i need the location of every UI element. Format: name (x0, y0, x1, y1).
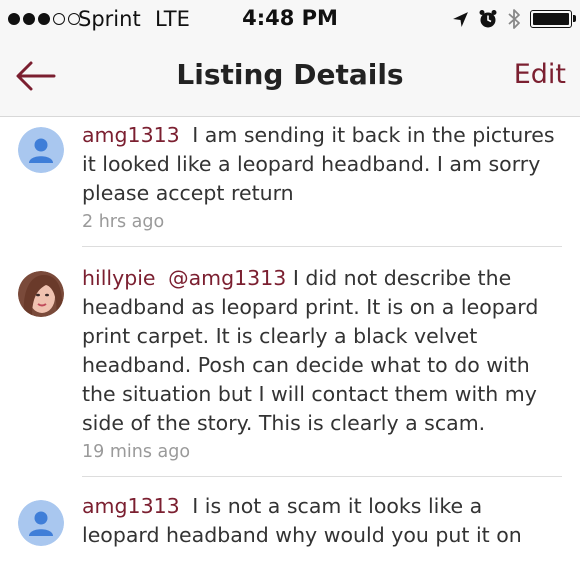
avatar[interactable] (18, 127, 64, 173)
default-user-icon (18, 500, 64, 546)
comment-body: hillypie @amg1313 I did not describe the… (82, 264, 580, 438)
avatar[interactable] (18, 271, 64, 317)
alarm-icon (479, 10, 497, 28)
comment-username[interactable]: amg1313 (82, 494, 180, 518)
comment-timestamp: 19 mins ago (82, 442, 191, 462)
profile-photo (18, 271, 64, 317)
status-icons (452, 8, 576, 30)
comment-item: amg1313 I am sending it back in the pict… (0, 117, 580, 232)
comment-username[interactable]: amg1313 (82, 123, 180, 147)
comment-item: amg1313 I is not a scam it looks like a … (0, 477, 580, 550)
comment-list: amg1313 I am sending it back in the pict… (0, 117, 580, 550)
edit-button[interactable]: Edit (514, 59, 566, 90)
avatar[interactable] (18, 500, 64, 546)
comment-body: amg1313 I is not a scam it looks like a … (82, 492, 580, 550)
battery-icon (530, 10, 576, 28)
comment-username[interactable]: hillypie (82, 266, 156, 290)
comment-timestamp: 2 hrs ago (82, 212, 165, 232)
listing-details-screen: Sprint LTE 4:48 PM Listing Details Edit … (0, 0, 580, 580)
status-bar: Sprint LTE 4:48 PM (0, 0, 580, 40)
comment-message: I did not describe the headband as leopa… (82, 266, 539, 435)
comment-item: hillypie @amg1313 I did not describe the… (0, 247, 580, 462)
navigation-bar: Listing Details Edit (0, 40, 580, 117)
page-title: Listing Details (176, 58, 404, 91)
bluetooth-icon (508, 9, 520, 29)
location-arrow-icon (453, 11, 468, 27)
comment-mention[interactable]: @amg1313 (168, 266, 286, 290)
comment-body: amg1313 I am sending it back in the pict… (82, 121, 580, 208)
default-user-icon (18, 127, 64, 173)
